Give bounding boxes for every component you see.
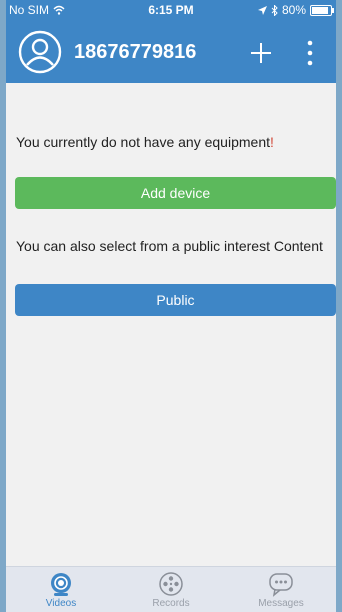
empty-equipment-message: You currently do not have any equipment: [16, 134, 270, 150]
plus-icon[interactable]: [248, 40, 274, 66]
public-label: Public: [156, 292, 195, 308]
public-button[interactable]: Public: [15, 284, 336, 316]
account-phone-number: 18676779816: [74, 41, 197, 63]
tab-records[interactable]: Records: [116, 569, 226, 612]
tab-videos[interactable]: Videos: [6, 569, 116, 612]
add-device-label: Add device: [140, 185, 211, 201]
add-device-button[interactable]: Add device: [15, 177, 336, 209]
status-right: 80%: [257, 3, 334, 17]
location-arrow-icon: [257, 5, 267, 15]
bottom-tab-bar: Videos Records Messages: [6, 566, 336, 612]
chat-bubble-icon: [269, 573, 293, 597]
more-icon[interactable]: [303, 38, 317, 68]
status-bar: No SIM 6:15 PM 80%: [6, 0, 336, 20]
battery-icon: [310, 4, 334, 16]
empty-equipment-mark: !: [270, 134, 274, 150]
tab-videos-label: Videos: [45, 598, 77, 609]
tab-messages[interactable]: Messages: [226, 569, 336, 612]
tab-records-label: Records: [152, 598, 190, 609]
camera-icon: [51, 573, 71, 596]
app-header: 18676779816: [6, 20, 336, 83]
avatar-icon[interactable]: [18, 30, 62, 74]
film-reel-icon: [159, 572, 183, 596]
battery-percent: 80%: [281, 3, 306, 17]
public-content-text: You can also select from a public intere…: [16, 238, 323, 254]
empty-equipment-text: You currently do not have any equipment!: [16, 134, 274, 150]
bluetooth-icon: [271, 4, 278, 16]
phone-screen: No SIM 6:15 PM 80% 18676779816 You curre…: [6, 0, 336, 612]
tab-messages-label: Messages: [258, 598, 304, 609]
